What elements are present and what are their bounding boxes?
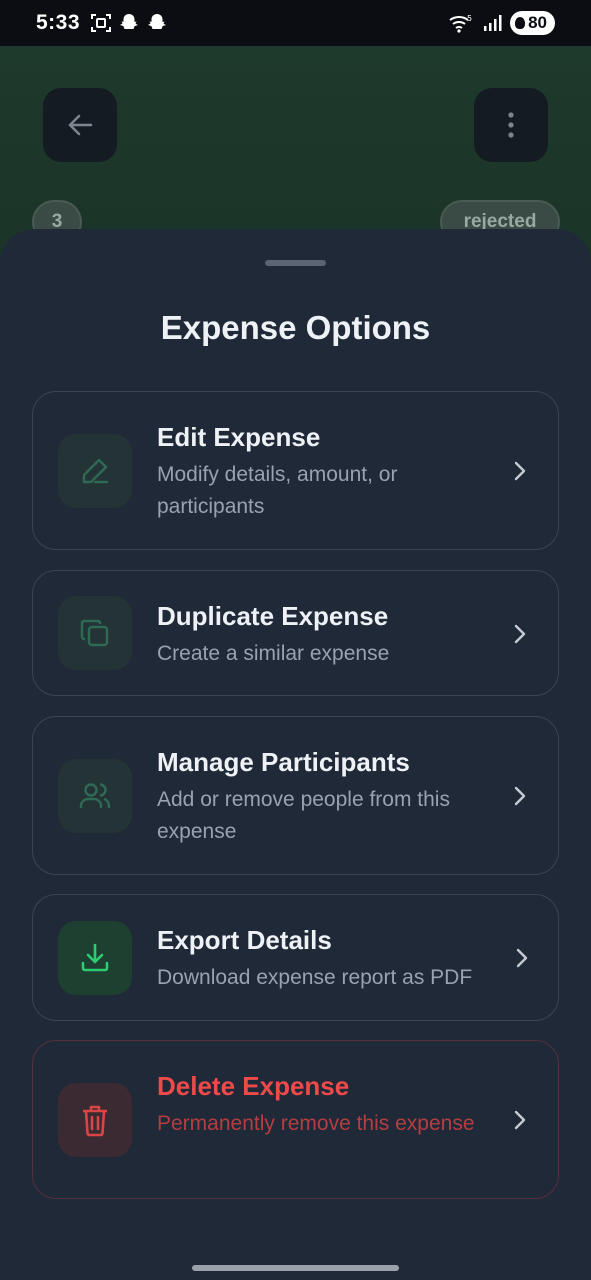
export-details-text: Export Details Download expense report a… — [157, 923, 522, 994]
svg-text:5: 5 — [467, 14, 472, 23]
users-icon — [58, 759, 132, 833]
sheet-drag-handle[interactable] — [265, 260, 326, 266]
chevron-right-icon — [516, 948, 528, 968]
option-title: Delete Expense — [157, 1071, 350, 1101]
chevron-right-icon — [514, 624, 526, 644]
battery-shield-icon — [515, 17, 526, 29]
notification-icons — [90, 13, 168, 33]
option-description: Modify details, amount, or participants — [157, 463, 398, 518]
back-button[interactable] — [43, 88, 117, 162]
manage-participants-text: Manage Participants Add or remove people… — [157, 745, 508, 848]
more-options-button[interactable] — [474, 88, 548, 162]
status-left: 5:33 — [36, 11, 168, 35]
download-icon — [58, 921, 132, 995]
export-details-option[interactable]: Export Details Download expense report a… — [32, 894, 559, 1021]
trash-icon — [58, 1083, 132, 1157]
more-vertical-icon — [508, 112, 514, 138]
option-description: Create a similar expense — [157, 642, 390, 665]
sheet-title: Expense Options — [160, 309, 431, 346]
option-description: Permanently remove this expense — [157, 1112, 475, 1135]
wifi-icon: 5 — [449, 14, 472, 33]
option-description: Download expense report as PDF — [157, 966, 473, 989]
chevron-right-icon — [514, 786, 526, 806]
status-time: 5:33 — [36, 11, 81, 34]
screenshot-icon — [91, 14, 112, 32]
manage-participants-option[interactable]: Manage Participants Add or remove people… — [32, 716, 559, 875]
option-title: Manage Participants — [157, 747, 410, 777]
option-description: Add or remove people from this expense — [157, 788, 450, 843]
delete-expense-text: Delete Expense Permanently remove this e… — [157, 1069, 508, 1140]
snapchat-icon — [148, 14, 167, 29]
arrow-left-icon — [68, 114, 93, 136]
chevron-right-icon — [514, 1110, 526, 1130]
status-bar: 5:33 5 80 — [0, 0, 591, 46]
option-title: Edit Expense — [157, 422, 321, 452]
battery-level: 80 — [528, 13, 547, 32]
edit-expense-text: Edit Expense Modify details, amount, or … — [157, 420, 508, 523]
duplicate-expense-option[interactable]: Duplicate Expense Create a similar expen… — [32, 570, 559, 696]
home-indicator[interactable] — [192, 1265, 399, 1271]
snapchat-icon — [120, 14, 139, 29]
option-title: Export Details — [157, 925, 332, 955]
edit-expense-option[interactable]: Edit Expense Modify details, amount, or … — [32, 391, 559, 550]
option-title: Duplicate Expense — [157, 601, 389, 631]
battery-icon: 80 — [510, 11, 555, 35]
expense-options-sheet: Expense Options Edit Expense Modify deta… — [0, 229, 591, 1280]
copy-icon — [58, 596, 132, 670]
chevron-right-icon — [514, 461, 526, 481]
delete-expense-option[interactable]: Delete Expense Permanently remove this e… — [32, 1040, 559, 1199]
pencil-icon — [58, 434, 132, 508]
duplicate-expense-text: Duplicate Expense Create a similar expen… — [157, 599, 508, 670]
signal-icon — [484, 15, 502, 31]
status-right: 5 80 — [448, 11, 555, 35]
